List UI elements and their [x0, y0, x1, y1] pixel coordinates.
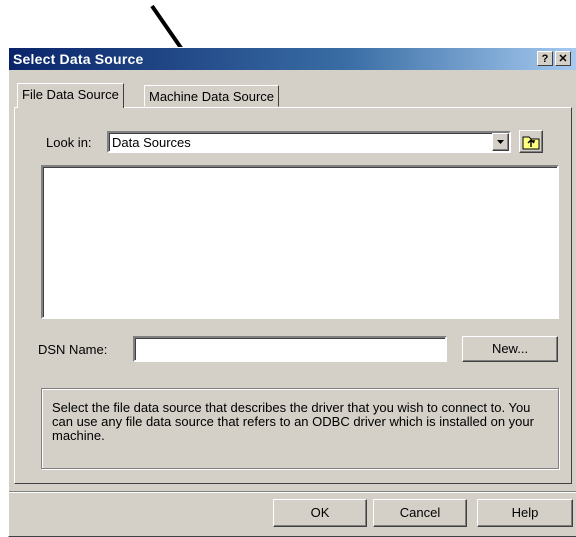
select-data-source-dialog: Select Data Source ? ✕ File Data Source …: [8, 47, 576, 537]
file-list-box[interactable]: [41, 165, 559, 319]
description-text: Select the file data source that describ…: [52, 400, 534, 443]
help-button[interactable]: Help: [477, 499, 573, 527]
look-in-dropdown-button[interactable]: [492, 133, 509, 151]
file-data-source-panel: Look in: Data Sources DSN Name: New... S…: [14, 107, 572, 484]
ok-button[interactable]: OK: [273, 499, 367, 527]
title-bar[interactable]: Select Data Source ? ✕: [9, 48, 576, 70]
look-in-value: Data Sources: [112, 135, 191, 150]
look-in-dropdown[interactable]: Data Sources: [107, 131, 511, 153]
chevron-down-icon: [497, 140, 504, 144]
tab-file-data-source[interactable]: File Data Source: [17, 83, 124, 108]
dsn-name-input[interactable]: [133, 336, 447, 362]
up-one-level-folder-icon: [522, 136, 540, 150]
up-one-level-button[interactable]: [519, 130, 543, 153]
new-button[interactable]: New...: [462, 336, 558, 362]
dsn-name-label: DSN Name:: [38, 342, 108, 357]
description-box: Select the file data source that describ…: [41, 388, 559, 469]
look-in-label: Look in:: [46, 135, 92, 150]
cancel-button[interactable]: Cancel: [373, 499, 467, 527]
separator: [9, 491, 576, 493]
dialog-title: Select Data Source: [13, 51, 144, 67]
close-button[interactable]: ✕: [555, 51, 571, 66]
help-caption-button[interactable]: ?: [537, 51, 553, 66]
tab-machine-data-source[interactable]: Machine Data Source: [144, 85, 280, 107]
